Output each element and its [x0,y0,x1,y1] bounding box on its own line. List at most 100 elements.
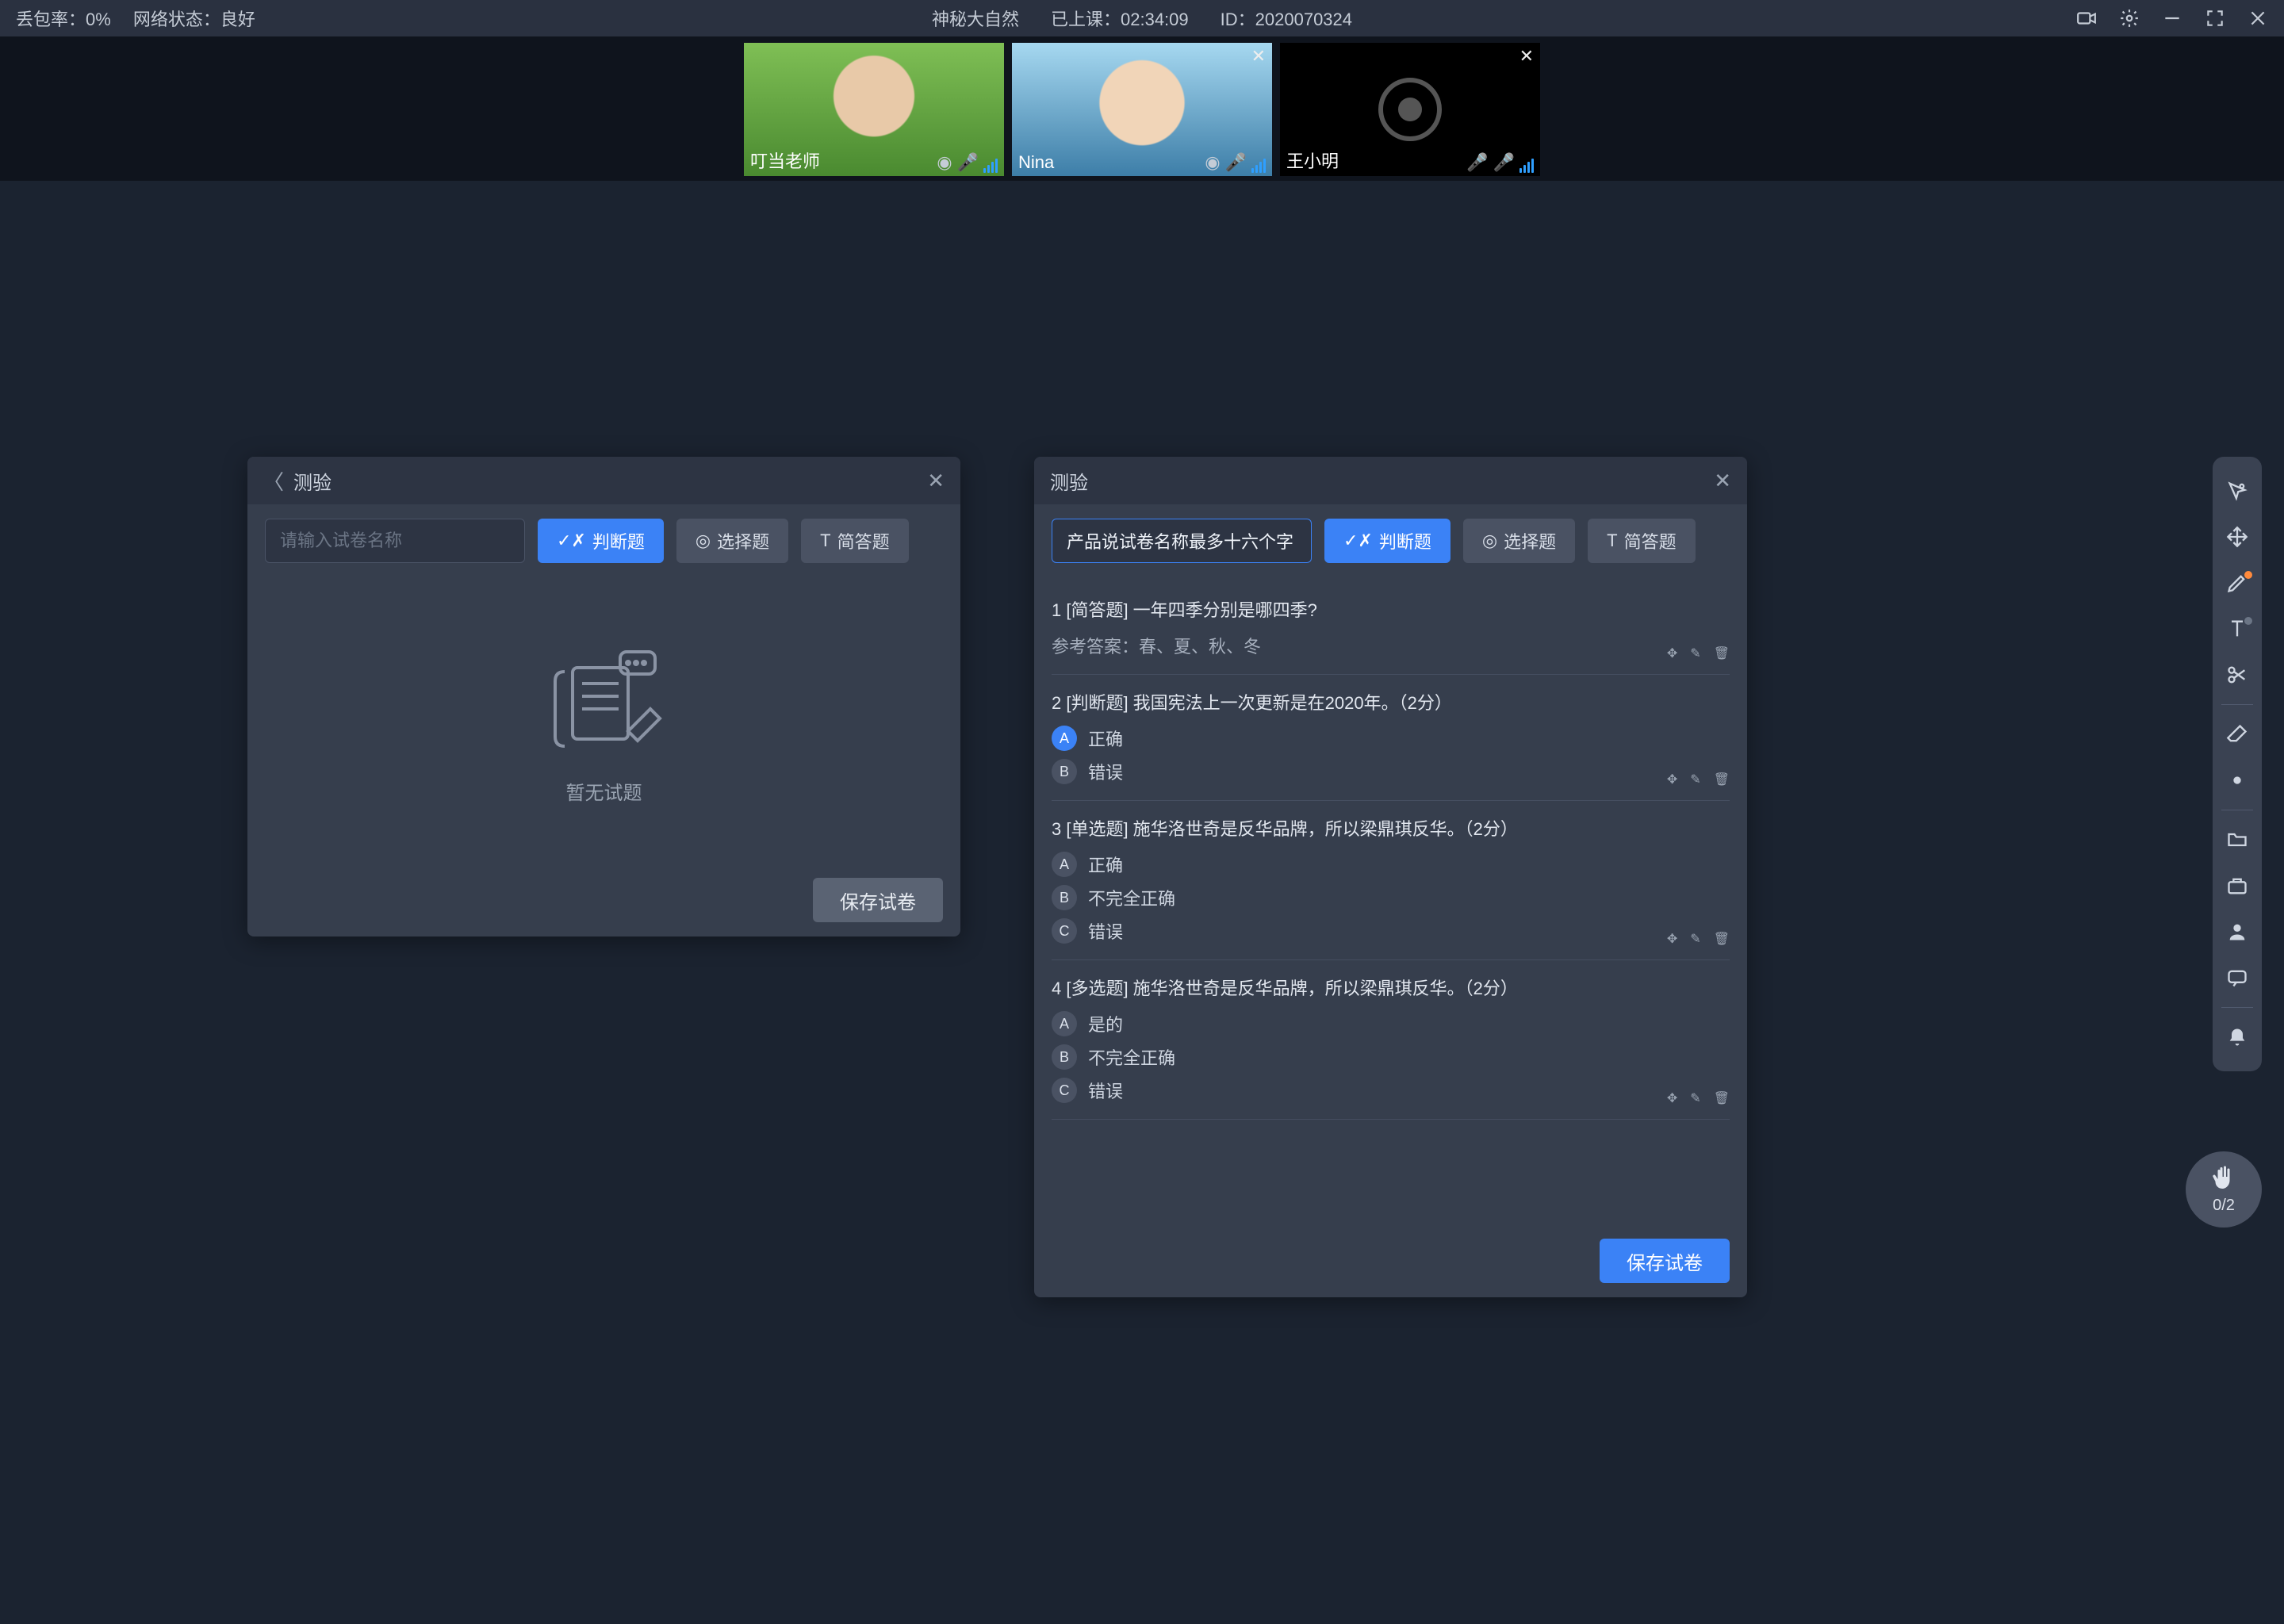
choice-question-button[interactable]: ◎选择题 [676,519,788,563]
tool-rail [2213,457,2262,1071]
judge-question-button[interactable]: ✓✗判断题 [538,519,664,563]
move-icon[interactable]: ✥ [1667,772,1677,787]
short-answer-button[interactable]: T简答题 [1588,519,1695,563]
question-actions: ✥ ✎ 🗑 [1667,772,1730,787]
question-list[interactable]: 1 [简答题] 一年四季分别是哪四季?参考答案：春、夏、秋、冬✥✎🗑2 [判断题… [1034,577,1747,1224]
camera-toggle-icon[interactable] [2076,8,2097,29]
question-item: 2 [判断题] 我国宪法上一次更新是在2020年。（2分） A正确 B错误✥ ✎ 🗑 [1052,675,1730,801]
question-actions: ✥ ✎ 🗑 [1667,1090,1730,1106]
question-title: 4 [多选题] 施华洛世奇是反华品牌，所以梁鼎琪反华。（2分） [1052,975,1730,1000]
edit-icon[interactable]: ✎ [1690,931,1700,947]
edit-icon[interactable]: ✎ [1690,772,1700,787]
move-tool-icon[interactable] [2213,514,2262,560]
course-title: 神秘大自然 [932,6,1019,31]
participant-name: 叮当老师 [750,147,820,173]
option-letter: A [1052,726,1077,751]
close-icon[interactable]: ✕ [927,469,945,493]
option-text: 不完全正确 [1088,885,1175,910]
participant-name: Nina [1018,152,1054,173]
edit-icon[interactable]: ✎ [1690,1090,1700,1106]
move-icon[interactable]: ✥ [1667,1090,1677,1106]
option-row[interactable]: B错误 [1052,759,1730,784]
back-icon[interactable]: 〈 [263,466,284,496]
option-text: 错误 [1088,918,1123,944]
participant-name: 王小明 [1286,147,1339,173]
save-exam-button[interactable]: 保存试卷 [813,878,943,922]
option-row[interactable]: A是的 [1052,1011,1730,1036]
question-item: 1 [简答题] 一年四季分别是哪四季? 参考答案：春、夏、秋、冬✥ ✎ 🗑 [1052,582,1730,675]
move-icon[interactable]: ✥ [1667,931,1677,947]
bell-icon[interactable] [2213,1014,2262,1060]
close-icon[interactable]: ✕ [1519,46,1534,67]
save-exam-button[interactable]: 保存试卷 [1600,1239,1730,1283]
close-icon[interactable]: ✕ [1714,469,1731,493]
panel-title: 测验 [293,467,927,495]
check-icon: ✓✗ [557,530,586,551]
mic-icon: 🎤 [1225,152,1247,173]
radio-icon: ◎ [696,530,711,551]
close-icon[interactable]: ✕ [1251,46,1266,67]
mic-icon: 🎤 [1493,152,1515,173]
question-item: 4 [多选题] 施华洛世奇是反华品牌，所以梁鼎琪反华。（2分） A是的 B不完全正确… [1052,960,1730,1120]
reference-answer: 参考答案：春、夏、秋、冬 [1052,633,1730,658]
check-icon: ✓✗ [1343,530,1373,551]
edit-icon[interactable]: ✎ [1690,645,1700,661]
option-text: 不完全正确 [1088,1044,1175,1070]
option-row[interactable]: A 正确 [1052,852,1730,877]
settings-icon[interactable] [2119,8,2140,29]
hand-icon [2209,1165,2238,1193]
pointer-tool-icon[interactable] [2213,468,2262,514]
video-tile-student[interactable]: ✕ 王小明 🎤 🎤 [1280,43,1540,176]
user-icon[interactable] [2213,909,2262,955]
empty-illustration-icon [525,636,684,755]
option-row[interactable]: B不完全正确 [1052,885,1730,910]
delete-icon[interactable]: 🗑 [1714,931,1730,947]
question-title: 2 [判断题] 我国宪法上一次更新是在2020年。（2分） [1052,689,1730,714]
move-icon[interactable]: ✥ [1667,645,1677,661]
video-tile-teacher[interactable]: 叮当老师 ◉ 🎤 [744,43,1004,176]
loss-rate: 丢包率：0% [16,6,111,31]
hand-count: 0/2 [2213,1197,2235,1215]
option-text: 正确 [1088,852,1123,877]
scissors-tool-icon[interactable] [2213,652,2262,698]
option-row[interactable]: C错误 [1052,918,1730,944]
judge-question-button[interactable]: ✓✗判断题 [1324,519,1450,563]
exam-name-input[interactable] [1052,519,1312,563]
question-title: 1 [简答题] 一年四季分别是哪四季? [1052,596,1730,622]
option-letter: A [1052,1011,1077,1036]
delete-icon[interactable]: 🗑 [1714,1090,1730,1106]
empty-text: 暂无试题 [566,777,642,805]
raise-hand-button[interactable]: 0/2 [2186,1151,2262,1228]
question-actions: ✥ ✎ 🗑 [1667,645,1730,661]
option-row[interactable]: C 错误 [1052,1078,1730,1103]
top-bar: 丢包率：0% 网络状态：良好 神秘大自然 已上课：02:34:09 ID：202… [0,0,2284,36]
pen-tool-icon[interactable] [2213,560,2262,606]
toolbox-icon[interactable] [2213,863,2262,909]
recording-icon: ◉ [937,152,952,173]
folder-icon[interactable] [2213,817,2262,863]
video-strip: 叮当老师 ◉ 🎤 ✕ Nina ◉ 🎤 ✕ 王小明 🎤 🎤 [0,36,2284,181]
mic-icon: 🎤 [957,152,979,173]
option-letter: C [1052,1078,1077,1103]
radio-icon: ◎ [1482,530,1497,551]
question-item: 3 [单选题] 施华洛世奇是反华品牌，所以梁鼎琪反华。（2分）A正确B不完全正确… [1052,801,1730,960]
choice-question-button[interactable]: ◎选择题 [1463,519,1575,563]
delete-icon[interactable]: 🗑 [1714,772,1730,787]
fullscreen-icon[interactable] [2205,8,2225,29]
option-row[interactable]: B不完全正确 [1052,1044,1730,1070]
option-row[interactable]: A正确 [1052,726,1730,751]
exam-name-input[interactable] [265,519,525,563]
text-tool-icon[interactable] [2213,606,2262,652]
video-tile-student[interactable]: ✕ Nina ◉ 🎤 [1012,43,1272,176]
delete-icon[interactable]: 🗑 [1714,645,1730,661]
quiz-panel-empty: 〈 测验 ✕ ✓✗判断题 ◎选择题 T简答题 暂无试题 保存试卷 [247,457,960,936]
laser-tool-icon[interactable] [2213,757,2262,803]
panel-title: 测验 [1050,467,1714,495]
minimize-icon[interactable] [2162,8,2182,29]
short-answer-button[interactable]: T简答题 [801,519,908,563]
chat-icon[interactable] [2213,955,2262,1001]
option-text: 错误 [1088,1078,1123,1103]
eraser-tool-icon[interactable] [2213,711,2262,757]
close-window-icon[interactable] [2248,8,2268,29]
option-letter: A [1052,852,1077,877]
